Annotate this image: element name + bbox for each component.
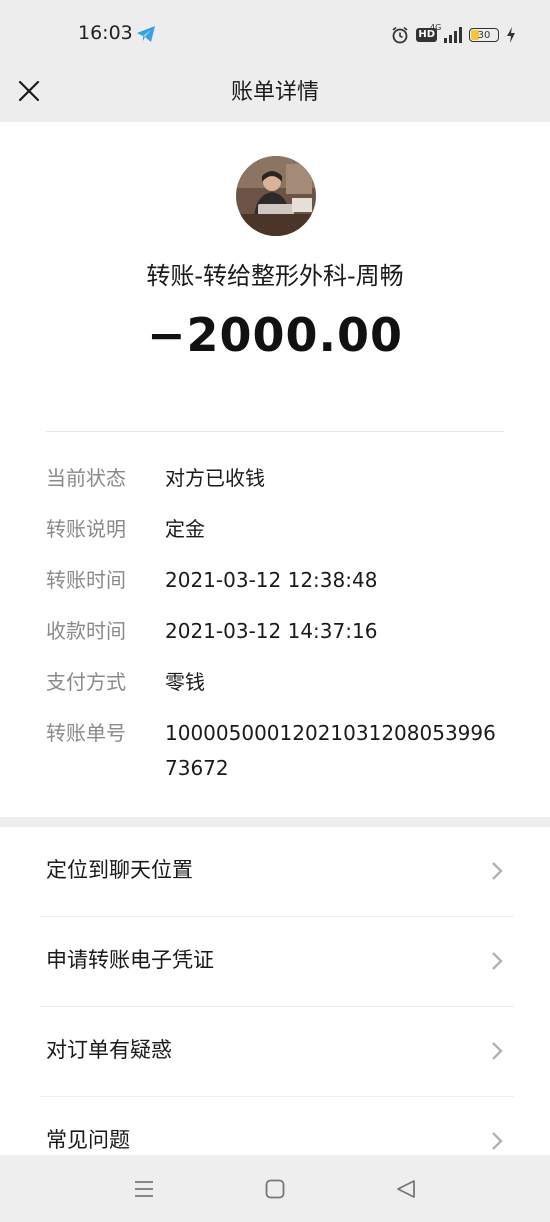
chevron-right-icon <box>492 1042 503 1060</box>
detail-row-status: 当前状态 对方已收钱 <box>46 466 506 496</box>
back-icon[interactable] <box>394 1177 418 1201</box>
action-label: 申请转账电子凭证 <box>46 948 214 972</box>
menu-icon[interactable] <box>132 1177 156 1201</box>
detail-row-transfer-time: 转账时间 2021-03-12 12:38:48 <box>46 568 506 598</box>
status-time: 16:03 <box>78 22 133 44</box>
telegram-icon <box>137 26 155 42</box>
nav-bar: 账单详情 <box>0 68 550 122</box>
detail-row-note: 转账说明 定金 <box>46 517 506 547</box>
chevron-right-icon <box>492 862 503 880</box>
locate-chat-item[interactable]: 定位到聊天位置 <box>0 827 550 917</box>
divider <box>46 431 504 432</box>
bill-card: 转账-转给整形外科-周畅 −2000.00 当前状态 对方已收钱 转账说明 定金… <box>0 122 550 817</box>
chevron-right-icon <box>492 1132 503 1150</box>
detail-label: 转账时间 <box>46 568 126 592</box>
action-label: 对订单有疑惑 <box>46 1038 172 1062</box>
detail-row-receive-time: 收款时间 2021-03-12 14:37:16 <box>46 619 506 649</box>
detail-label: 收款时间 <box>46 619 126 643</box>
battery-icon: 30 <box>469 28 499 42</box>
detail-label: 转账单号 <box>46 721 126 745</box>
action-label: 定位到聊天位置 <box>46 858 193 882</box>
detail-row-payment-method: 支付方式 零钱 <box>46 670 506 700</box>
signal-icon: 4G <box>430 23 462 43</box>
detail-label: 转账说明 <box>46 517 126 541</box>
status-bar: 16:03 HD 4G 30 <box>0 0 550 68</box>
payee-title: 转账-转给整形外科-周畅 <box>146 262 404 290</box>
alarm-icon <box>392 26 408 44</box>
detail-value: 2021-03-12 12:38:48 <box>165 568 378 592</box>
detail-value: 定金 <box>165 517 205 541</box>
detail-label: 当前状态 <box>46 466 126 490</box>
detail-list: 当前状态 对方已收钱 转账说明 定金 转账时间 2021-03-12 12:38… <box>46 466 506 807</box>
e-voucher-item[interactable]: 申请转账电子凭证 <box>0 917 550 1007</box>
status-icons: HD 4G 30 <box>391 23 516 46</box>
detail-value: 2021-03-12 14:37:16 <box>165 619 378 643</box>
avatar[interactable] <box>236 156 316 236</box>
network-label: 4G <box>430 23 442 32</box>
detail-value[interactable]: 1000050001202103120805399673672 <box>165 716 505 786</box>
faq-item[interactable]: 常见问题 <box>0 1097 550 1155</box>
home-icon[interactable] <box>263 1177 287 1201</box>
action-list: 定位到聊天位置 申请转账电子凭证 对订单有疑惑 常见问题 <box>0 827 550 1155</box>
page-title: 账单详情 <box>230 80 319 105</box>
detail-value: 零钱 <box>165 670 205 694</box>
detail-row-order-number: 转账单号 1000050001202103120805399673672 <box>46 721 506 786</box>
charging-icon <box>507 27 515 43</box>
chevron-right-icon <box>492 952 503 970</box>
detail-label: 支付方式 <box>46 670 126 694</box>
transfer-amount: −2000.00 <box>146 308 404 362</box>
system-nav-bar <box>0 1155 550 1222</box>
detail-value: 对方已收钱 <box>165 466 265 490</box>
action-label: 常见问题 <box>46 1128 130 1152</box>
battery-level: 30 <box>477 29 491 41</box>
order-question-item[interactable]: 对订单有疑惑 <box>0 1007 550 1097</box>
